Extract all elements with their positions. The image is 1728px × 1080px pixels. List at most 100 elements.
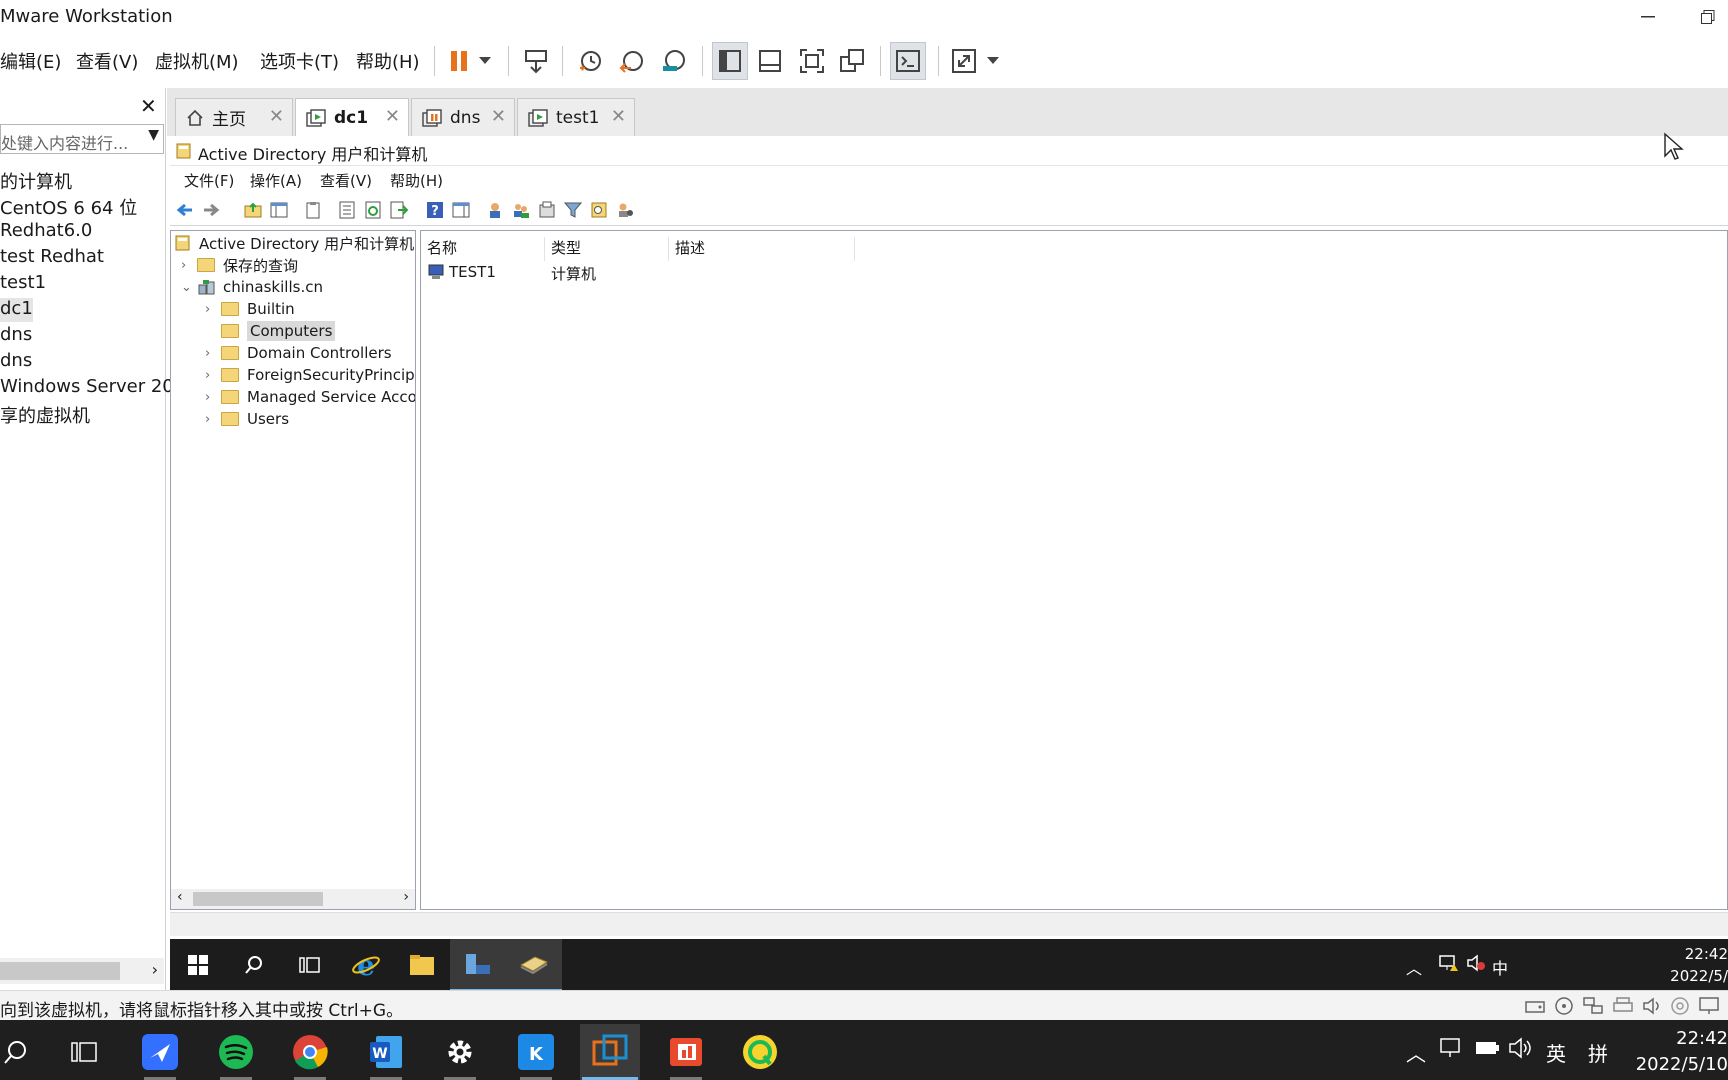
- close-icon[interactable]: ✕: [269, 106, 284, 127]
- search-icon[interactable]: [226, 939, 282, 991]
- chevron-right-icon[interactable]: ›: [205, 390, 221, 405]
- network-icon[interactable]: [1438, 1036, 1464, 1060]
- chevron-up-icon[interactable]: ︿: [1406, 1038, 1426, 1067]
- battery-icon[interactable]: [1474, 1038, 1500, 1058]
- chevron-right-icon[interactable]: ›: [152, 960, 158, 979]
- unity-icon[interactable]: [834, 42, 870, 80]
- refresh-icon[interactable]: [364, 201, 382, 219]
- action-pane-icon[interactable]: [452, 201, 470, 219]
- host-clock[interactable]: 22:42 2022/5/10: [1636, 1026, 1728, 1078]
- library-item[interactable]: dns: [0, 350, 32, 374]
- new-user-icon[interactable]: [486, 201, 504, 219]
- mmc-menu-action[interactable]: 操作(A): [250, 170, 302, 191]
- spotify-icon[interactable]: [206, 1024, 266, 1080]
- help-icon[interactable]: ?: [426, 201, 444, 219]
- vmware-icon[interactable]: [580, 1024, 640, 1080]
- tab-dc1[interactable]: dc1 ✕: [295, 98, 409, 136]
- tree-domain[interactable]: ⌄ chinaskills.cn: [181, 277, 323, 297]
- display-icon[interactable]: [1698, 996, 1720, 1016]
- menu-edit[interactable]: 编辑(E): [0, 48, 61, 74]
- file-explorer-icon[interactable]: [394, 939, 450, 991]
- console-view-icon[interactable]: [890, 42, 926, 80]
- mmc-menu-file[interactable]: 文件(F): [184, 170, 234, 191]
- task-view-icon[interactable]: [282, 939, 338, 991]
- music-app-icon[interactable]: [730, 1024, 790, 1080]
- thumbnail-bar-icon[interactable]: [752, 42, 788, 80]
- forward-arrow-icon[interactable]: [202, 201, 220, 219]
- show-console-tree-icon[interactable]: [270, 201, 288, 219]
- menu-vm[interactable]: 虚拟机(M): [155, 48, 239, 74]
- ime-mode-indicator[interactable]: 拼: [1588, 1038, 1608, 1067]
- start-icon[interactable]: [170, 939, 226, 991]
- chevron-down-icon[interactable]: ⌄: [181, 280, 197, 295]
- guest-clock[interactable]: 22:42 2022/5/: [1670, 943, 1728, 987]
- close-icon[interactable]: ✕: [385, 106, 400, 127]
- sound-icon[interactable]: [1642, 996, 1664, 1016]
- tree-root[interactable]: Active Directory 用户和计算机 [: [175, 233, 415, 253]
- feishu-icon[interactable]: [130, 1024, 190, 1080]
- menu-help[interactable]: 帮助(H): [356, 48, 420, 74]
- server-manager-icon[interactable]: [450, 939, 506, 991]
- hard-disk-icon[interactable]: [1524, 996, 1546, 1016]
- chevron-right-icon[interactable]: ›: [205, 368, 221, 383]
- presentation-app-icon[interactable]: [656, 1024, 716, 1080]
- chevron-right-icon[interactable]: ›: [205, 346, 221, 361]
- library-search-input[interactable]: 处键入内容进行... ▼: [0, 124, 164, 154]
- library-item[interactable]: 享的虚拟机: [0, 402, 90, 427]
- export-list-icon[interactable]: [390, 201, 408, 219]
- tree-computers[interactable]: Computers: [205, 321, 336, 341]
- volume-muted-icon[interactable]: [1466, 954, 1486, 972]
- library-item[interactable]: Redhat6.0: [0, 220, 92, 244]
- stretch-icon[interactable]: [946, 42, 982, 80]
- library-item[interactable]: Windows Server 20: [0, 376, 174, 400]
- chevron-down-icon[interactable]: [980, 42, 1006, 80]
- column-header-name[interactable]: 名称: [421, 237, 545, 261]
- input-language-indicator[interactable]: 英: [1546, 1038, 1566, 1067]
- close-icon[interactable]: ✕: [140, 94, 157, 118]
- revert-snapshot-icon[interactable]: [614, 42, 650, 80]
- up-folder-icon[interactable]: [244, 201, 262, 219]
- library-scrollbar[interactable]: ›: [0, 958, 164, 984]
- settings-gear-icon[interactable]: [430, 1024, 490, 1080]
- app-nk-icon[interactable]: K: [506, 1024, 566, 1080]
- send-ctrl-alt-del-icon[interactable]: [518, 42, 554, 80]
- library-item-selected[interactable]: dc1: [0, 298, 33, 322]
- close-icon[interactable]: ✕: [491, 106, 506, 127]
- task-view-icon[interactable]: [54, 1024, 114, 1080]
- printer-icon[interactable]: [1612, 996, 1634, 1016]
- library-item[interactable]: test1: [0, 272, 46, 296]
- tree-scrollbar[interactable]: ‹ ›: [171, 889, 415, 909]
- chevron-down-icon[interactable]: [472, 42, 498, 80]
- network-warning-icon[interactable]: [1438, 953, 1460, 973]
- tab-home[interactable]: 主页 ✕: [175, 98, 293, 136]
- restore-button[interactable]: [1688, 4, 1728, 30]
- new-group-icon[interactable]: [512, 201, 530, 219]
- scrollbar-thumb[interactable]: [0, 962, 120, 980]
- show-library-icon[interactable]: [712, 42, 748, 80]
- tab-dns[interactable]: dns ✕: [411, 98, 515, 136]
- library-item[interactable]: CentOS 6 64 位: [0, 194, 137, 219]
- ie-icon[interactable]: e: [338, 939, 394, 991]
- chevron-right-icon[interactable]: ›: [205, 412, 221, 427]
- tree-saved-queries[interactable]: › 保存的查询: [181, 255, 298, 275]
- search-icon[interactable]: [0, 1024, 46, 1080]
- chrome-icon[interactable]: [280, 1024, 340, 1080]
- input-language-indicator[interactable]: 中: [1492, 955, 1508, 979]
- tree-managed-service-accounts[interactable]: › Managed Service Accou: [205, 387, 415, 407]
- volume-icon[interactable]: [1508, 1036, 1534, 1060]
- snapshot-icon[interactable]: [572, 42, 608, 80]
- find-icon[interactable]: [590, 201, 608, 219]
- add-to-group-icon[interactable]: [616, 201, 634, 219]
- properties-icon[interactable]: [338, 201, 356, 219]
- chevron-right-icon[interactable]: ›: [181, 258, 197, 273]
- mmc-menu-help[interactable]: 帮助(H): [390, 170, 443, 191]
- tree-domain-controllers[interactable]: › Domain Controllers: [205, 343, 392, 363]
- column-header-type[interactable]: 类型: [545, 237, 669, 261]
- table-row[interactable]: TEST1: [427, 263, 496, 281]
- ad-users-computers-icon[interactable]: [506, 939, 562, 991]
- tab-test1[interactable]: test1 ✕: [517, 98, 635, 136]
- word-icon[interactable]: W: [356, 1024, 416, 1080]
- full-screen-icon[interactable]: [794, 42, 830, 80]
- library-item[interactable]: test Redhat: [0, 246, 104, 270]
- new-ou-icon[interactable]: [538, 201, 556, 219]
